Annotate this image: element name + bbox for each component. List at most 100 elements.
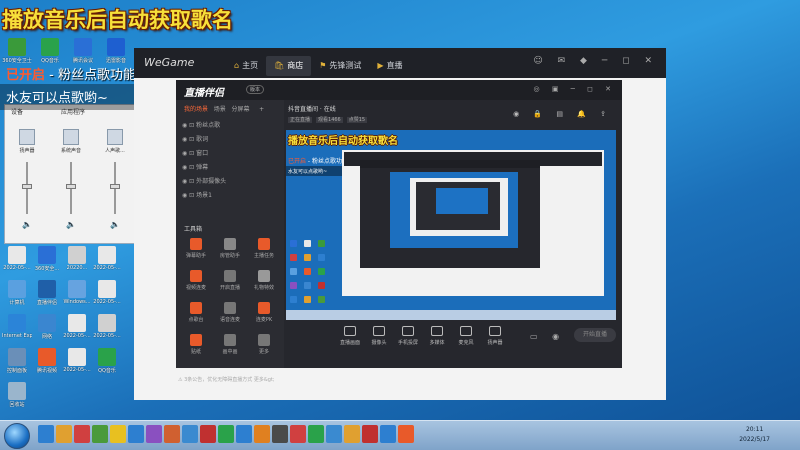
taskbar-app-button[interactable] (92, 425, 108, 443)
eye-icon[interactable]: ◉ ⊡ (182, 136, 196, 143)
desktop-icon[interactable]: 2022-05-... (62, 314, 92, 348)
volume-slider[interactable] (22, 162, 32, 214)
clock-date: 2022/5/17 (739, 436, 770, 443)
scene-item[interactable]: ◉ ⊡ 外部摄像头 (182, 176, 226, 185)
desktop-icon[interactable]: QQ音乐 (92, 348, 122, 382)
wegame-tab[interactable]: 🛍 商店 (266, 56, 312, 76)
eye-icon[interactable]: ◉ ⊡ (182, 150, 196, 157)
taskbar-app-button[interactable] (236, 425, 252, 443)
desktop-icon[interactable]: 2022-05-... (92, 246, 122, 280)
toolbox-item[interactable]: 房管助手 (214, 238, 246, 266)
preview-toolbar-icons[interactable]: ◉ 🔒 ▤ 🔔 ⇪ (513, 110, 612, 118)
scene-item[interactable]: ◉ ⊡ 窗口 (182, 148, 208, 157)
desktop-icon[interactable]: 2022-05-... (92, 314, 122, 348)
desktop-icon[interactable]: 2022-05-... (92, 280, 122, 314)
taskbar-app-button[interactable] (398, 425, 414, 443)
scene-item[interactable]: ◉ ⊡ 歌词 (182, 134, 208, 143)
taskbar-app-button[interactable] (344, 425, 360, 443)
desktop-icon[interactable]: 网络 (32, 314, 62, 348)
taskbar-app-button[interactable] (254, 425, 270, 443)
desktop-icon[interactable]: 腾讯视频 (32, 348, 62, 382)
mixer-channel: 系统声音 🔈 (51, 129, 91, 239)
volume-slider[interactable] (110, 162, 120, 214)
tab-split-screen[interactable]: 分屏幕 (232, 106, 250, 113)
toolbox-item[interactable]: 贴纸 (180, 334, 212, 362)
wegame-tab[interactable]: ▶ 直播 (369, 56, 410, 76)
taskbar-app-button[interactable] (146, 425, 162, 443)
wegame-tab-icon: ⚑ (319, 61, 327, 70)
live-companion-window-controls[interactable]: ◎ ▣ ─ ◻ ✕ (533, 85, 616, 93)
desktop-icon[interactable]: 直播伴侣 (32, 280, 62, 314)
volume-slider-thumb[interactable] (22, 184, 32, 189)
desktop-icon[interactable]: 2022-05-... (2, 246, 32, 280)
wegame-tab[interactable]: ⌂ 主页 (226, 56, 266, 76)
source-control[interactable]: 扬声器 (481, 324, 509, 354)
taskbar-app-button[interactable] (326, 425, 342, 443)
volume-slider-thumb[interactable] (110, 184, 120, 189)
eye-icon[interactable]: ◉ ⊡ (182, 164, 196, 171)
desktop-icon[interactable]: 360安全... (32, 246, 62, 280)
toolbox-item[interactable]: 视频连麦 (180, 270, 212, 298)
source-control[interactable]: 麦克风 (452, 324, 480, 354)
tab-my-scenes[interactable]: 我的场景 (184, 106, 208, 113)
taskbar-app-button[interactable] (164, 425, 180, 443)
toolbox-item[interactable]: 开启直播 (214, 270, 246, 298)
desktop-icon[interactable]: 回收站 (2, 382, 32, 416)
source-control[interactable]: 手机投屏 (394, 324, 422, 354)
system-clock[interactable]: 20:11 2022/5/17 (739, 425, 770, 445)
notice-bar[interactable]: ⚠ 3条公告，优化无障碍直播方式 更多&gt; (178, 376, 275, 383)
source-control[interactable]: 直播画面 (336, 324, 364, 354)
toolbox-item[interactable]: 更多 (248, 334, 280, 362)
taskbar-app-button[interactable] (56, 425, 72, 443)
scene-tabs[interactable]: 我的场景 场景 分屏幕 + (184, 104, 264, 113)
eye-icon[interactable]: ◉ ⊡ (182, 122, 196, 129)
eye-icon[interactable]: ◉ ⊡ (182, 192, 196, 199)
wegame-tab[interactable]: ⚑ 先锋测试 (311, 56, 369, 76)
tab-scenes[interactable]: 场景 (214, 106, 226, 113)
eye-icon[interactable]: ◉ ⊡ (182, 178, 196, 185)
toolbox-item[interactable]: 点歌台 (180, 302, 212, 330)
add-scene-icon[interactable]: + (259, 106, 264, 113)
toolbox-item[interactable]: 主播任务 (248, 238, 280, 266)
start-live-button[interactable]: 开始直播 (574, 328, 616, 342)
desktop-icon-label: 腾讯视频 (36, 368, 57, 374)
taskbar-app-button[interactable] (182, 425, 198, 443)
toolbox-item[interactable]: 礼物特效 (248, 270, 280, 298)
app-icon (38, 314, 56, 332)
desktop-icon[interactable]: 20220... (62, 246, 92, 280)
toolbox-item[interactable]: 弹幕助手 (180, 238, 212, 266)
taskbar-app-button[interactable] (308, 425, 324, 443)
desktop-icon[interactable]: 2022-05-... (62, 348, 92, 382)
speaker-icon[interactable]: 🔈 (51, 220, 91, 229)
taskbar-app-button[interactable] (380, 425, 396, 443)
toolbox-item[interactable]: 画中画 (214, 334, 246, 362)
wegame-titlebar: WeGame ⌂ 主页 🛍 商店 ⚑ 先锋测试 ▶ 直播 ☺ ✉ ◆ ─ ◻ ✕ (134, 48, 666, 78)
taskbar-app-button[interactable] (38, 425, 54, 443)
taskbar-app-button[interactable] (218, 425, 234, 443)
desktop-icon[interactable]: Internet Explorer (2, 314, 32, 348)
taskbar-app-button[interactable] (290, 425, 306, 443)
source-control[interactable]: 多媒体 (423, 324, 451, 354)
speaker-icon[interactable]: 🔈 (95, 220, 135, 229)
toolbox-item[interactable]: 连麦PK (248, 302, 280, 330)
taskbar-app-button[interactable] (362, 425, 378, 443)
volume-slider-thumb[interactable] (66, 184, 76, 189)
scene-item[interactable]: ◉ ⊡ 粉丝点歌 (182, 120, 220, 129)
taskbar-app-button[interactable] (110, 425, 126, 443)
scene-item[interactable]: ◉ ⊡ 弹幕 (182, 162, 208, 171)
toolbox-item[interactable]: 语音连麦 (214, 302, 246, 330)
wegame-tab-icon: ⌂ (234, 61, 240, 70)
wegame-window-controls[interactable]: ☺ ✉ ◆ ─ ◻ ✕ (533, 56, 658, 66)
taskbar-app-button[interactable] (200, 425, 216, 443)
volume-slider[interactable] (66, 162, 76, 214)
source-control[interactable]: 摄像头 (365, 324, 393, 354)
desktop-icon[interactable]: 控制面板 (2, 348, 32, 382)
scene-item[interactable]: ◉ ⊡ 场景1 (182, 190, 212, 199)
desktop-icon[interactable]: Windows... (62, 280, 92, 314)
speaker-icon[interactable]: 🔈 (7, 220, 47, 229)
taskbar-app-button[interactable] (74, 425, 90, 443)
desktop-icon[interactable]: 计算机 (2, 280, 32, 314)
taskbar-app-button[interactable] (272, 425, 288, 443)
taskbar-app-button[interactable] (128, 425, 144, 443)
start-button[interactable] (4, 423, 30, 449)
